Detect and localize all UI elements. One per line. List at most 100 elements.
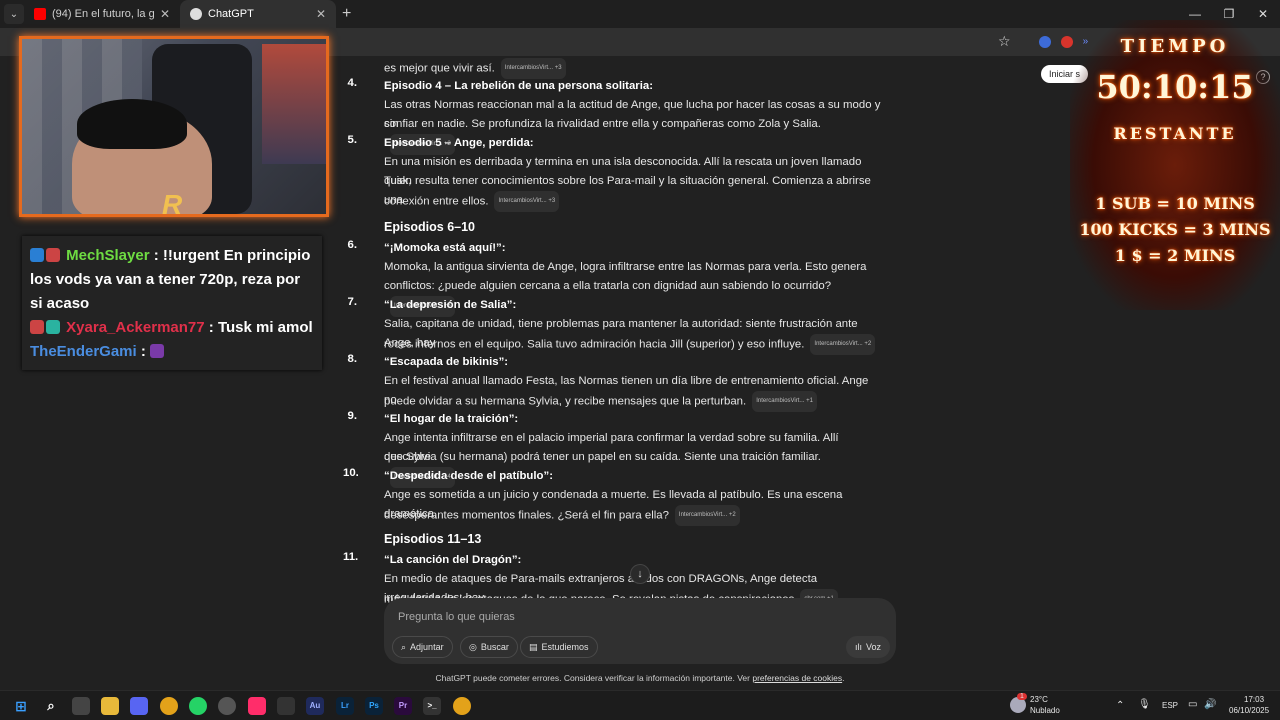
- premiere-icon[interactable]: Pr: [394, 697, 412, 715]
- timer-value: 50:10:15: [1096, 68, 1254, 106]
- attach-label: Adjuntar: [410, 642, 444, 652]
- bookmark-star-icon[interactable]: ☆: [998, 33, 1011, 50]
- app-icon[interactable]: [218, 697, 236, 715]
- timer-rule: 1 SUB = 10 MINS: [1095, 194, 1255, 213]
- episode-number: 10.: [343, 467, 359, 479]
- study-button[interactable]: ▤ Estudiemos: [520, 636, 598, 658]
- episode-text: Momoka, la antigua sirvienta de Ange, lo…: [384, 261, 867, 273]
- task-view-icon[interactable]: [72, 697, 90, 715]
- message-composer: Pregunta lo que quieras ⌕ Adjuntar ◎ Busca…: [384, 598, 896, 664]
- episode-line: conexión entre ellos. IntercambiosVirt...…: [384, 191, 884, 212]
- scroll-down-button[interactable]: ↓: [630, 564, 650, 584]
- network-icon[interactable]: ▭: [1188, 699, 1197, 710]
- subathon-timer: TIEMPO 50:10:15 RESTANTE 1 SUB = 10 MINS…: [1070, 20, 1280, 310]
- episode-text: confiar en nadie. Se profundiza la rival…: [384, 118, 821, 130]
- badge-icon: [30, 248, 44, 262]
- period: .: [842, 673, 845, 683]
- lightroom-icon[interactable]: Lr: [336, 697, 354, 715]
- tab-title: ChatGPT: [208, 8, 254, 20]
- badge-icon: [46, 248, 60, 262]
- episode-text: conflictos: ¿puede alguien cercana a ell…: [384, 280, 832, 292]
- voice-label: Voz: [866, 642, 882, 652]
- whatsapp-icon[interactable]: [189, 697, 207, 715]
- close-tab-icon[interactable]: ✕: [316, 7, 326, 21]
- attach-button[interactable]: ⌕ Adjuntar: [392, 636, 453, 658]
- episode-number: 6.: [347, 239, 358, 251]
- episode-number: 9.: [347, 410, 358, 422]
- webcam-overlay: R: [19, 36, 329, 217]
- chrome-active-icon[interactable]: [453, 697, 471, 715]
- episode-line: roces internos en el equipo. Salia tuvo …: [384, 334, 884, 355]
- clock-date[interactable]: 06/10/2025: [1229, 706, 1269, 715]
- close-tab-icon[interactable]: ✕: [160, 7, 170, 21]
- chat-username: MechSlayer: [66, 247, 150, 264]
- chat-message: MechSlayer : !!urgent En principio los v…: [30, 244, 314, 316]
- intro-text: es mejor que vivir así.: [384, 62, 495, 75]
- search-button[interactable]: ◎ Buscar: [460, 636, 518, 658]
- citation-chip[interactable]: IntercambiosVirt... +2: [810, 334, 876, 355]
- paperclip-icon: ⌕: [401, 641, 407, 652]
- timer-rule: 100 KICKS = 3 MINS: [1079, 220, 1271, 239]
- clock-time[interactable]: 17:03: [1244, 695, 1264, 704]
- chat-username: TheEnderGami: [30, 343, 137, 360]
- streamer-hair: [77, 99, 187, 149]
- chevron-up-icon[interactable]: ⌃: [1116, 700, 1124, 711]
- weather-temp: 23°C: [1030, 695, 1048, 704]
- discord-icon[interactable]: [130, 697, 148, 715]
- search-icon[interactable]: ⌕: [42, 697, 60, 715]
- voice-wave-icon: ılı: [855, 642, 863, 652]
- episode-title: “El hogar de la traición”:: [384, 413, 519, 425]
- terminal-icon[interactable]: >_: [423, 697, 441, 715]
- badge-icon: [46, 320, 60, 334]
- study-label: Estudiemos: [541, 642, 589, 652]
- voice-button[interactable]: ılı Voz: [846, 636, 891, 658]
- audition-icon[interactable]: Au: [306, 697, 324, 715]
- episode-text: puede olvidar a su hermana Sylvia, y rec…: [384, 395, 747, 408]
- tab-youtube[interactable]: (94) En el futuro, la gente norm ✕: [24, 0, 180, 28]
- chatgpt-icon: [190, 8, 202, 20]
- search-label: Buscar: [480, 642, 509, 652]
- tiktok-icon[interactable]: [248, 697, 266, 715]
- photoshop-icon[interactable]: Ps: [365, 697, 383, 715]
- disclaimer-text: ChatGPT puede cometer errores. Considera…: [435, 673, 750, 683]
- chat-username: Xyara_Ackerman77: [66, 319, 205, 336]
- windows-start-icon[interactable]: ⊞: [12, 697, 30, 715]
- citation-chip[interactable]: IntercambiosVirt... +2: [674, 505, 740, 526]
- screen: ⌄ (94) En el futuro, la gente norm ✕ Cha…: [0, 0, 1280, 720]
- disclaimer: ChatGPT puede cometer errores. Considera…: [330, 673, 950, 683]
- episode-title: Episodio 4 – La rebelión de una persona …: [384, 80, 654, 92]
- new-tab-button[interactable]: +: [342, 5, 351, 23]
- weather-badge: 1: [1017, 693, 1027, 700]
- tab-chatgpt[interactable]: ChatGPT ✕: [180, 0, 336, 28]
- episode-text: desesperantes momentos finales. ¿Será el…: [384, 509, 669, 522]
- extension-icon[interactable]: [1038, 35, 1051, 48]
- background-poster: [262, 44, 326, 164]
- episode-text: que Sylvia (su hermana) podrá tener un p…: [384, 451, 821, 463]
- volume-icon[interactable]: 🔊: [1204, 699, 1216, 710]
- episode-line: puede olvidar a su hermana Sylvia, y rec…: [384, 391, 884, 412]
- language-indicator[interactable]: ESP: [1162, 701, 1178, 710]
- tab-search-icon[interactable]: ⌄: [4, 4, 24, 24]
- citation-chip[interactable]: IntercambiosVirt... +3: [494, 191, 560, 212]
- episode-number: 7.: [347, 296, 358, 308]
- citation-chip[interactable]: IntercambiosVirt... +1: [752, 391, 817, 412]
- windows-taskbar: ⊞ ⌕ Au Lr Ps Pr >_ 1 23°C Nublado ⌃ 🎙 ES…: [0, 690, 1280, 720]
- timer-subtitle: RESTANTE: [1113, 124, 1237, 143]
- timer-title: TIEMPO: [1120, 36, 1230, 57]
- prompt-input[interactable]: Pregunta lo que quieras: [398, 611, 515, 623]
- cookie-preferences-link[interactable]: preferencias de cookies: [752, 673, 842, 683]
- episode-title: Episodio 5 – Ange, perdida:: [384, 137, 534, 149]
- chat-conversation: es mejor que vivir así. IntercambiosVirt.…: [330, 56, 1060, 666]
- episode-line: desesperantes momentos finales. ¿Será el…: [384, 505, 884, 526]
- file-explorer-icon[interactable]: [101, 697, 119, 715]
- episode-title: “Despedida desde el patíbulo”:: [384, 470, 553, 482]
- microphone-icon[interactable]: 🎙: [1138, 699, 1151, 710]
- episode-text: roces internos en el equipo. Salia tuvo …: [384, 338, 805, 351]
- emote-icon: [150, 344, 165, 358]
- chrome-icon[interactable]: [160, 697, 178, 715]
- app-icon[interactable]: [277, 697, 295, 715]
- tab-title: (94) En el futuro, la gente norm: [52, 8, 154, 20]
- episode-number: 8.: [347, 353, 358, 365]
- intro-line: es mejor que vivir así. IntercambiosVirt.…: [384, 58, 894, 79]
- citation-chip[interactable]: IntercambiosVirt... +3: [500, 58, 566, 79]
